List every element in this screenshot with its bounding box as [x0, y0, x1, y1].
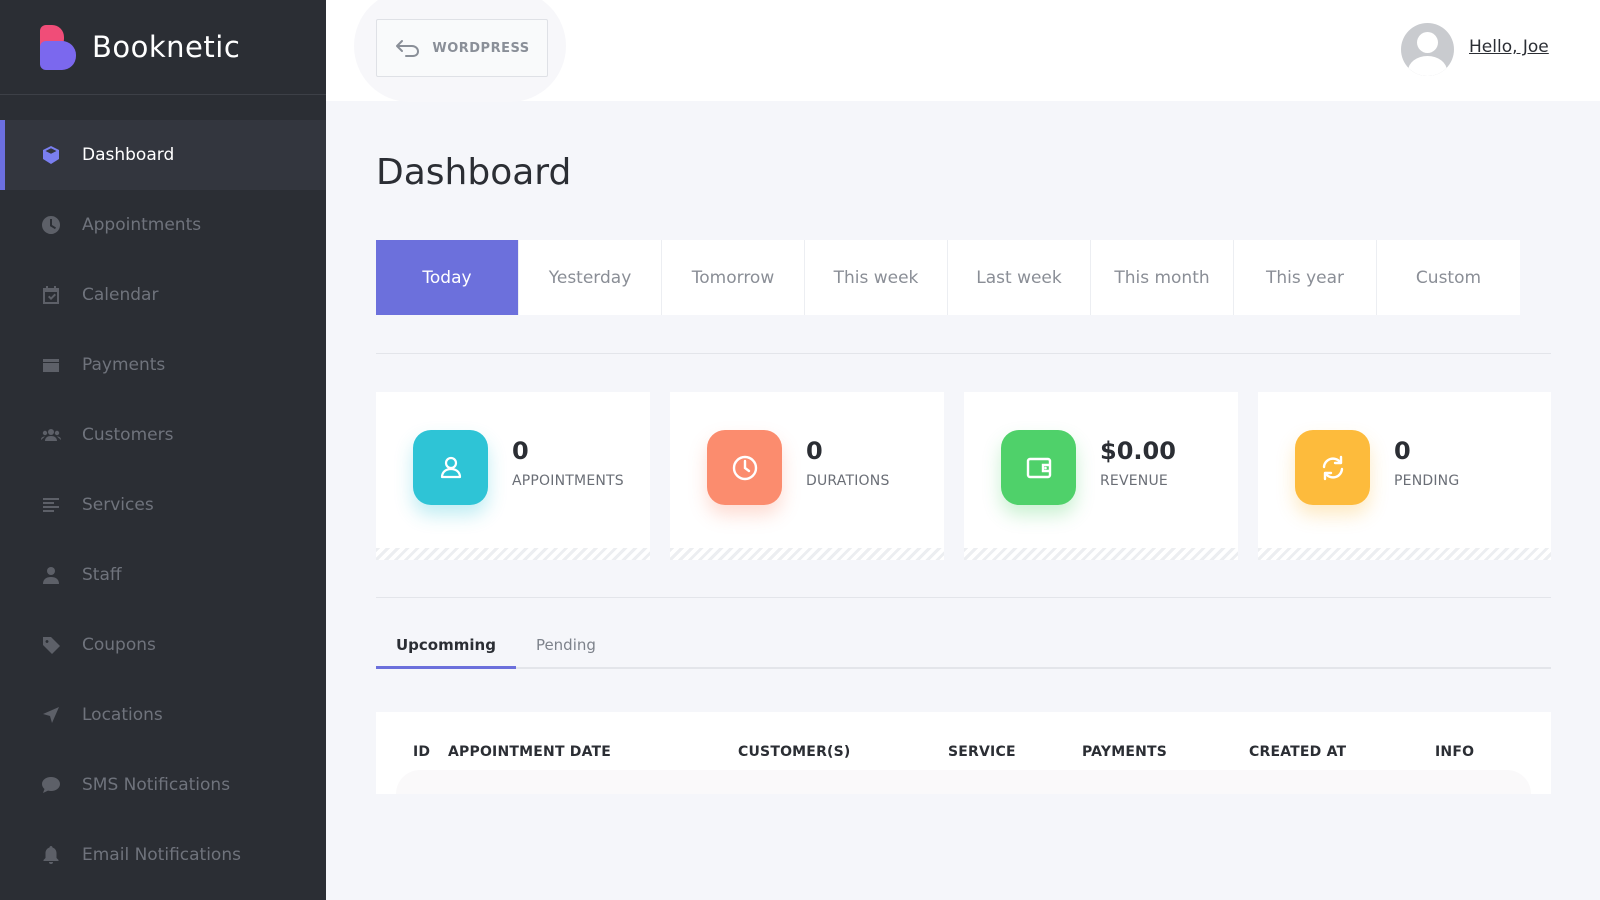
sidebar-item-label: SMS Notifications: [82, 775, 231, 795]
column-header-service[interactable]: SERVICE: [948, 744, 1016, 760]
stat-label: DURATIONS: [806, 473, 890, 489]
card-hatch-pattern: [376, 548, 650, 560]
column-header-id[interactable]: ID: [413, 744, 430, 760]
sidebar-item-label: Dashboard: [82, 145, 175, 165]
sidebar-item-services[interactable]: Services: [0, 470, 326, 540]
back-to-wordpress-button[interactable]: WORDPRESS: [376, 19, 548, 77]
card-hatch-pattern: [1258, 548, 1551, 560]
divider: [376, 353, 1551, 354]
column-header-payments[interactable]: PAYMENTS: [1082, 744, 1167, 760]
sidebar-item-label: Staff: [82, 565, 122, 585]
stat-label: APPOINTMENTS: [512, 473, 624, 489]
date-filter-tabs: Today Yesterday Tomorrow This week Last …: [376, 240, 1520, 315]
booknetic-logo: [40, 24, 76, 70]
stat-value: $0.00: [1100, 437, 1176, 465]
sidebar-item-payments[interactable]: Payments: [0, 330, 326, 400]
list-icon: [40, 494, 62, 516]
location-arrow-icon: [40, 704, 62, 726]
column-header-appointment-date[interactable]: APPOINTMENT DATE: [448, 744, 611, 760]
filter-this-month[interactable]: This month: [1091, 240, 1234, 315]
person-icon: [413, 430, 488, 505]
sidebar-item-label: Locations: [82, 705, 163, 725]
wallet-icon: [40, 354, 62, 376]
filter-today[interactable]: Today: [376, 240, 519, 315]
column-header-created-at[interactable]: CREATED AT: [1249, 744, 1346, 760]
clock-icon: [707, 430, 782, 505]
divider: [376, 597, 1551, 598]
stat-card-appointments: 0 APPOINTMENTS: [376, 392, 650, 560]
chat-bubble-icon: [40, 774, 62, 796]
tab-pending[interactable]: Pending: [516, 620, 616, 669]
sidebar-item-dashboard[interactable]: Dashboard: [0, 120, 326, 190]
sidebar-nav: Dashboard Appointments Calendar Payments…: [0, 120, 326, 890]
stat-label: PENDING: [1394, 473, 1460, 489]
sidebar-item-coupons[interactable]: Coupons: [0, 610, 326, 680]
stat-card-durations: 0 DURATIONS: [670, 392, 944, 560]
filter-last-week[interactable]: Last week: [948, 240, 1091, 315]
column-header-customers[interactable]: CUSTOMER(S): [738, 744, 851, 760]
filter-this-year[interactable]: This year: [1234, 240, 1377, 315]
sidebar-item-staff[interactable]: Staff: [0, 540, 326, 610]
users-icon: [40, 424, 62, 446]
sidebar-item-label: Email Notifications: [82, 845, 241, 865]
stat-value: 0: [806, 437, 823, 465]
refresh-icon: [1295, 430, 1370, 505]
top-header: WORDPRESS Hello, Joe: [326, 0, 1600, 102]
sidebar-item-label: Coupons: [82, 635, 156, 655]
tag-icon: [40, 634, 62, 656]
sidebar-item-email-notifications[interactable]: Email Notifications: [0, 820, 326, 890]
brand[interactable]: Booknetic: [0, 0, 326, 95]
stat-card-revenue: $0.00 REVENUE: [964, 392, 1238, 560]
sidebar-item-label: Customers: [82, 425, 174, 445]
filter-this-week[interactable]: This week: [805, 240, 948, 315]
calendar-icon: [40, 284, 62, 306]
appointments-table: ID APPOINTMENT DATE CUSTOMER(S) SERVICE …: [376, 712, 1551, 794]
sidebar-item-appointments[interactable]: Appointments: [0, 190, 326, 260]
filter-custom[interactable]: Custom: [1377, 240, 1520, 315]
stat-value: 0: [512, 437, 529, 465]
wallet-icon: [1001, 430, 1076, 505]
sidebar-item-label: Appointments: [82, 215, 202, 235]
table-body-placeholder: [396, 770, 1531, 794]
filter-tomorrow[interactable]: Tomorrow: [662, 240, 805, 315]
brand-name: Booknetic: [92, 30, 241, 64]
clock-icon: [40, 214, 62, 236]
sidebar-item-label: Payments: [82, 355, 166, 375]
stat-label: REVENUE: [1100, 473, 1168, 489]
column-header-info[interactable]: INFO: [1435, 744, 1474, 760]
sidebar-item-sms-notifications[interactable]: SMS Notifications: [0, 750, 326, 820]
bell-icon: [40, 844, 62, 866]
back-button-label: WORDPRESS: [432, 40, 530, 56]
user-greeting-link[interactable]: Hello, Joe: [1469, 37, 1549, 57]
page-title: Dashboard: [376, 152, 572, 193]
user-icon: [40, 564, 62, 586]
cube-icon: [40, 144, 62, 166]
stat-card-pending: 0 PENDING: [1258, 392, 1551, 560]
card-hatch-pattern: [964, 548, 1238, 560]
filter-yesterday[interactable]: Yesterday: [519, 240, 662, 315]
back-arrow-icon: [396, 40, 420, 57]
sidebar-item-label: Services: [82, 495, 154, 515]
sidebar: Booknetic Dashboard Appointments Calenda…: [0, 0, 326, 900]
sidebar-item-locations[interactable]: Locations: [0, 680, 326, 750]
sidebar-item-customers[interactable]: Customers: [0, 400, 326, 470]
stat-value: 0: [1394, 437, 1411, 465]
stats-row: 0 APPOINTMENTS 0 DURATIONS $0.00 REVENUE…: [376, 392, 1551, 560]
appointments-tabs: Upcomming Pending: [376, 620, 1551, 669]
sidebar-item-calendar[interactable]: Calendar: [0, 260, 326, 330]
sidebar-item-label: Calendar: [82, 285, 159, 305]
avatar[interactable]: [1401, 23, 1454, 76]
tab-upcomming[interactable]: Upcomming: [376, 620, 516, 669]
card-hatch-pattern: [670, 548, 944, 560]
